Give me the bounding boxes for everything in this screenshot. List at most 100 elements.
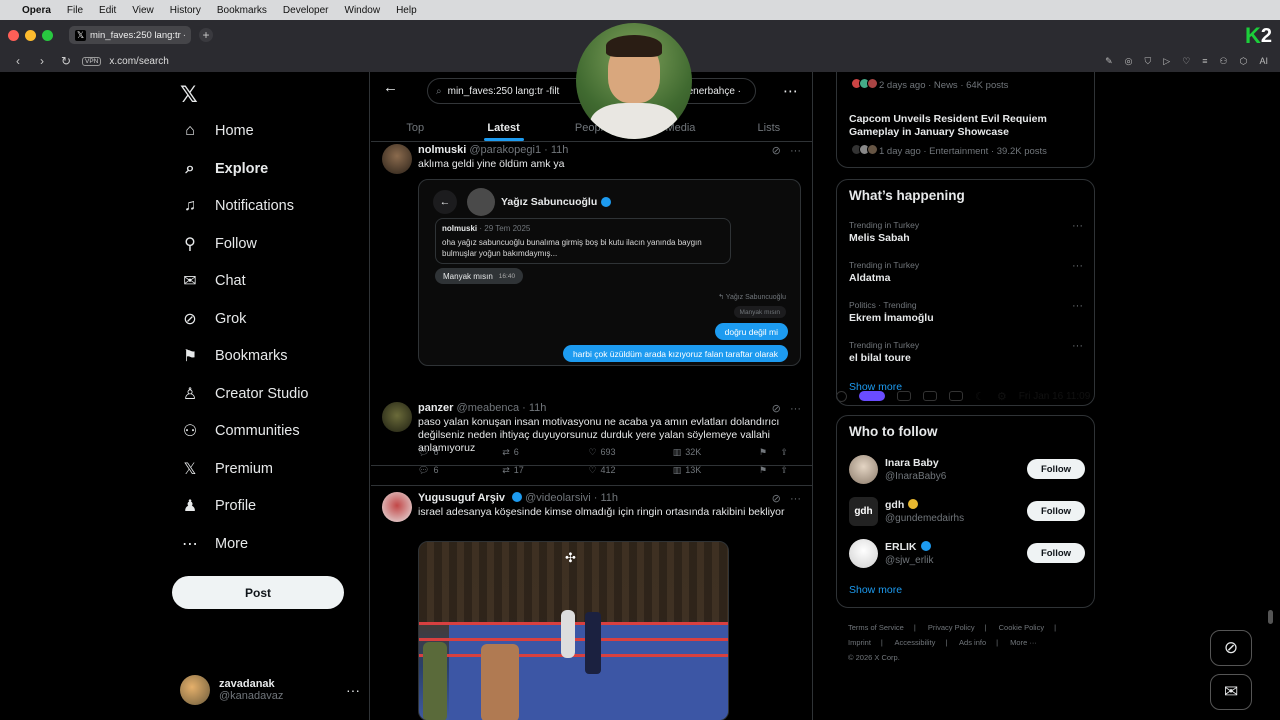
account-icon[interactable]: ⚇ — [1220, 56, 1228, 67]
like-button[interactable]: ♡ 412 — [588, 465, 672, 476]
follow-suggestion[interactable]: Inara Baby @InaraBaby6 Follow — [849, 455, 1085, 485]
tweet[interactable]: Yugusuguf Arşiv @videolarsivi · 11h ⊘ ··… — [371, 492, 812, 720]
menu-file[interactable]: File — [67, 5, 83, 16]
play-icon[interactable]: ▷ — [1163, 56, 1170, 67]
avatar[interactable] — [382, 402, 412, 432]
grok-icon[interactable]: ⊘ — [772, 403, 781, 415]
footer-link[interactable]: Cookie Policy — [999, 623, 1044, 632]
tab-lists[interactable]: Lists — [725, 114, 812, 141]
show-more-link[interactable]: Show more — [849, 381, 902, 393]
follow-button[interactable]: Follow — [1027, 501, 1085, 521]
sidebar-item-home[interactable]: ⌂ Home — [180, 117, 254, 145]
url-field[interactable]: x.com/search — [109, 56, 168, 67]
trend-item[interactable]: Trending in Turkey Aldatma ··· — [849, 260, 1083, 284]
browser-tab[interactable]: 𝕏 min_faves:250 lang:tr -fi — [69, 26, 191, 44]
tweet-media-image[interactable]: ← Yağız Sabuncuoğlu nolmuski · 29 Tem 20… — [418, 179, 801, 366]
tweet-time[interactable]: 11h — [551, 144, 569, 156]
reload-icon[interactable]: ↻ — [58, 54, 74, 68]
follow-suggestion[interactable]: ERLIK @sjw_erlik Follow — [849, 539, 1085, 569]
shield-icon[interactable]: ⛉ — [1145, 56, 1152, 67]
more-icon[interactable]: ··· — [1072, 260, 1083, 272]
tweet-author-name[interactable]: nolmuski — [418, 144, 466, 156]
more-options-icon[interactable]: ⋯ — [783, 82, 798, 100]
x-logo-icon[interactable]: 𝕏 — [180, 82, 198, 108]
menu-lines-icon[interactable]: ≡ — [1202, 56, 1207, 67]
post-button[interactable]: Post — [172, 576, 344, 609]
tweet-author-handle[interactable]: @meabenca — [457, 402, 520, 414]
menu-bookmarks[interactable]: Bookmarks — [217, 5, 267, 16]
zoom-window-button[interactable] — [42, 29, 53, 41]
minimize-window-button[interactable] — [25, 29, 36, 41]
sidebar-item-follow[interactable]: ⚲ Follow — [180, 230, 257, 258]
footer-link[interactable]: More ··· — [1010, 638, 1037, 647]
tweet-video[interactable]: ✣ — [418, 541, 729, 720]
tweet-author-handle[interactable]: @videolarsivi — [525, 492, 591, 504]
sidebar-item-grok[interactable]: ⊘ Grok — [180, 305, 246, 333]
avatar[interactable] — [382, 492, 412, 522]
reply-button[interactable]: 💬︎ 6 — [418, 465, 502, 476]
sidebar-item-bookmarks[interactable]: ⚑ Bookmarks — [180, 342, 288, 370]
back-icon[interactable]: ‹ — [10, 54, 26, 68]
avatar[interactable]: gdh — [849, 497, 878, 526]
more-icon[interactable]: ··· — [346, 682, 360, 698]
grok-icon[interactable]: ⊘ — [772, 145, 781, 157]
tweet-time[interactable]: 11h — [601, 492, 619, 504]
sidebar-item-more[interactable]: ⋯ More — [180, 530, 248, 558]
follow-button[interactable]: Follow — [1027, 543, 1085, 563]
avatar[interactable] — [849, 455, 878, 484]
new-tab-button[interactable]: + — [199, 28, 213, 42]
repost-button[interactable]: ⇄ 17 — [502, 465, 588, 476]
vpn-badge[interactable]: VPN — [82, 56, 102, 66]
more-icon[interactable]: ··· — [1072, 340, 1083, 352]
menu-app-name[interactable]: Opera — [22, 5, 51, 16]
edit-icon[interactable]: ✎ — [1105, 56, 1113, 67]
more-icon[interactable]: ··· — [790, 493, 801, 505]
sidebar-item-premium[interactable]: 𝕏 Premium — [180, 455, 273, 483]
views-button[interactable]: ▥ 13K — [673, 465, 759, 476]
forward-icon[interactable]: › — [34, 54, 50, 68]
tweet-time[interactable]: 11h — [529, 402, 547, 414]
trend-item[interactable]: Trending in Turkey el bilal toure ··· — [849, 340, 1083, 364]
more-icon[interactable]: ··· — [1072, 300, 1083, 312]
show-more-link[interactable]: Show more — [849, 584, 902, 596]
tab-latest[interactable]: Latest — [459, 114, 547, 141]
sidebar-item-communities[interactable]: ⚇ Communities — [180, 417, 300, 445]
grok-icon[interactable]: ⊘ — [772, 493, 781, 505]
heart-icon[interactable]: ♡ — [1182, 56, 1190, 67]
more-icon[interactable]: ··· — [790, 145, 801, 157]
cube-icon[interactable]: ⬡ — [1240, 56, 1248, 67]
trend-item[interactable]: Trending in Turkey Melis Sabah ··· — [849, 220, 1083, 244]
tweet-author-handle[interactable]: @parakopegi1 — [469, 144, 541, 156]
back-arrow-icon[interactable]: ← — [383, 79, 398, 96]
footer-link[interactable]: Accessibility — [895, 638, 936, 647]
menu-developer[interactable]: Developer — [283, 5, 329, 16]
news-headline[interactable]: Capcom Unveils Resident Evil Requiem Gam… — [849, 113, 1079, 139]
tweet[interactable]: panzer @meabenca · 11h ⊘ ··· paso yalan … — [371, 402, 812, 486]
footer-link[interactable]: Imprint — [848, 638, 871, 647]
sidebar-item-creator-studio[interactable]: ♙ Creator Studio — [180, 380, 309, 408]
menu-view[interactable]: View — [132, 5, 154, 16]
ai-button[interactable]: AI — [1259, 56, 1268, 67]
close-window-button[interactable] — [8, 29, 19, 41]
tweet-author-name[interactable]: panzer — [418, 402, 453, 414]
follow-suggestion[interactable]: gdh gdh @gundemedairhs Follow — [849, 497, 1085, 527]
menu-history[interactable]: History — [170, 5, 201, 16]
menu-help[interactable]: Help — [396, 5, 417, 16]
footer-link[interactable]: Terms of Service — [848, 623, 904, 632]
account-switcher[interactable]: zavadanak @kanadavaz ··· — [180, 674, 360, 706]
sidebar-item-explore[interactable]: ⌕ Explore — [180, 155, 269, 183]
messages-float-button[interactable]: ✉ — [1210, 674, 1252, 710]
sidebar-item-chat[interactable]: ✉ Chat — [180, 267, 245, 295]
grok-float-button[interactable]: ⊘ — [1210, 630, 1252, 666]
sidebar-item-notifications[interactable]: ♫ Notifications — [180, 192, 294, 220]
camera-icon[interactable]: ◎ — [1125, 56, 1133, 67]
menu-window[interactable]: Window — [345, 5, 381, 16]
sidebar-item-profile[interactable]: ♟ Profile — [180, 492, 256, 520]
share-icon[interactable]: ⇪ — [780, 465, 802, 476]
avatar[interactable] — [849, 539, 878, 568]
scrollbar[interactable] — [1268, 610, 1273, 624]
follow-button[interactable]: Follow — [1027, 459, 1085, 479]
footer-link[interactable]: Ads info — [959, 638, 986, 647]
avatar[interactable] — [382, 144, 412, 174]
more-icon[interactable]: ··· — [1072, 220, 1083, 232]
